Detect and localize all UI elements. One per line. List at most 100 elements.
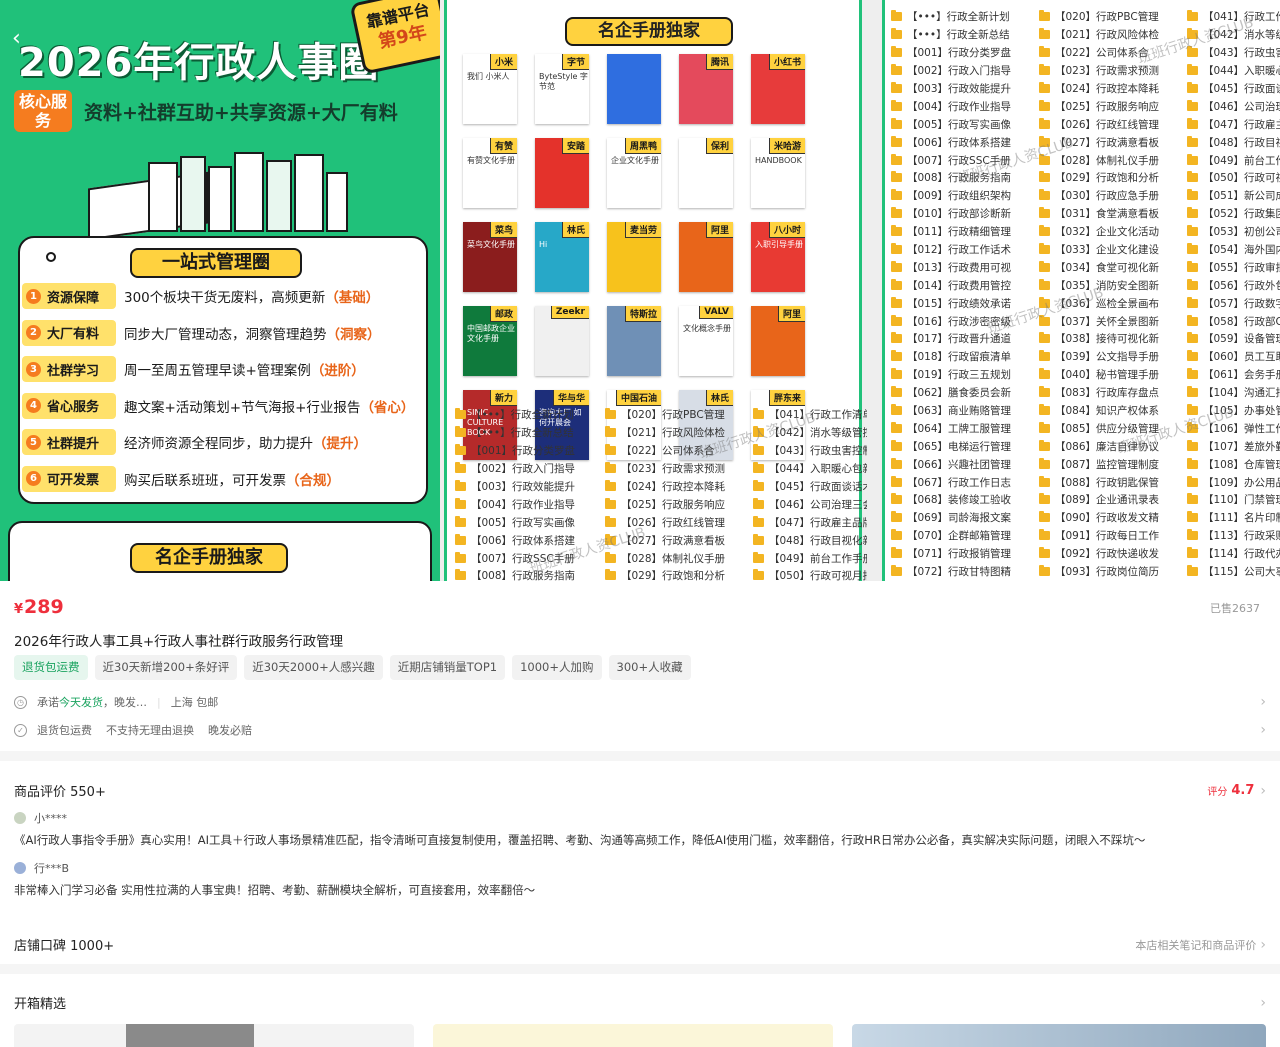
file-item[interactable]: 【044】入职暖心包新: [753, 460, 867, 478]
brochure-cover[interactable]: 安踏: [535, 138, 589, 208]
file-item[interactable]: 【068】装修竣工验收: [891, 491, 1039, 509]
file-item[interactable]: 【004】行政作业指导: [455, 495, 605, 513]
file-item[interactable]: 【027】行政满意看板: [1039, 133, 1187, 151]
file-item[interactable]: 【050】行政可视月报: [753, 567, 867, 581]
file-item[interactable]: 【•••】行政全新计划: [891, 8, 1039, 26]
file-item[interactable]: 【067】行政工作日志: [891, 473, 1039, 491]
file-item[interactable]: 【002】行政入门指导: [455, 460, 605, 478]
file-item[interactable]: 【022】公司体系合: [1039, 44, 1187, 62]
brochure-cover[interactable]: 米哈游 HANDBOOK: [751, 138, 805, 208]
file-item[interactable]: 【106】弹性工作制: [1187, 419, 1280, 437]
file-item[interactable]: 【041】行政工作清单: [753, 406, 867, 424]
file-item[interactable]: 【027】行政满意看板: [605, 531, 753, 549]
file-item[interactable]: 【054】海外国内差: [1187, 241, 1280, 259]
file-item[interactable]: 【042】消水等级管控: [753, 424, 867, 442]
file-item[interactable]: 【061】会务手册精: [1187, 366, 1280, 384]
file-item[interactable]: 【107】差旅外勤管: [1187, 437, 1280, 455]
file-item[interactable]: 【060】员工互助基: [1187, 348, 1280, 366]
file-item[interactable]: 【•••】行政全新计划: [455, 406, 605, 424]
file-item[interactable]: 【009】行政组织架构: [891, 187, 1039, 205]
file-item[interactable]: 【003】行政效能提升: [891, 80, 1039, 98]
file-item[interactable]: 【016】行政涉密密级: [891, 312, 1039, 330]
file-item[interactable]: 【093】行政岗位简历: [1039, 563, 1187, 581]
file-item[interactable]: 【029】行政饱和分析: [605, 567, 753, 581]
banner-image[interactable]: ‹ 2026年行政人事圈 靠谱平台 第9年 核心服务 资料+社群互助+共享资源+…: [0, 0, 440, 581]
catalog-image[interactable]: 【•••】行政全新计划 【020】行政PBC管理 【041】行政工作手【•••】行政…: [882, 0, 1280, 581]
file-item[interactable]: 【049】前台工作手册: [753, 549, 867, 567]
file-item[interactable]: 【115】公司大事记: [1187, 563, 1280, 581]
file-item[interactable]: 【024】行政控本降耗: [605, 478, 753, 496]
file-item[interactable]: 【007】行政SSC手册: [455, 549, 605, 567]
file-item[interactable]: 【019】行政三五规划: [891, 366, 1039, 384]
unbox-header[interactable]: 开箱精选 ›: [14, 993, 1266, 1013]
file-item[interactable]: 【018】行政留痕清单: [891, 348, 1039, 366]
file-item[interactable]: 【008】行政服务指南: [455, 567, 605, 581]
file-item[interactable]: 【032】企业文化活动: [1039, 223, 1187, 241]
file-item[interactable]: 【042】消水等级: [1187, 26, 1280, 44]
file-item[interactable]: 【108】仓库管理制: [1187, 455, 1280, 473]
file-item[interactable]: 【044】入职暖心包: [1187, 62, 1280, 80]
unbox-thumbnail[interactable]: [852, 1024, 1266, 1047]
product-tag[interactable]: 300+人收藏: [608, 655, 691, 680]
brochure-cover[interactable]: 周黑鸭 企业文化手册: [607, 138, 661, 208]
file-item[interactable]: 【020】行政PBC管理: [1039, 8, 1187, 26]
file-item[interactable]: 【062】膳食委员会新: [891, 384, 1039, 402]
file-item[interactable]: 【051】新公司成立: [1187, 187, 1280, 205]
file-item[interactable]: 【113】行政采购管: [1187, 527, 1280, 545]
file-item[interactable]: 【001】行政分类罗盘: [455, 442, 605, 460]
file-item[interactable]: 【040】秘书管理手册: [1039, 366, 1187, 384]
file-item[interactable]: 【046】公司治理三: [1187, 97, 1280, 115]
file-item[interactable]: 【058】行政部OKR: [1187, 312, 1280, 330]
file-item[interactable]: 【048】行政目视化: [1187, 133, 1280, 151]
product-image-gallery[interactable]: ‹ 2026年行政人事圈 靠谱平台 第9年 核心服务 资料+社群互助+共享资源+…: [0, 0, 1280, 581]
brochure-cover[interactable]: 林氏 Hi: [535, 222, 589, 292]
file-item[interactable]: 【034】食堂可视化新: [1039, 258, 1187, 276]
file-item[interactable]: 【070】企群邮箱管理: [891, 527, 1039, 545]
file-item[interactable]: 【004】行政作业指导: [891, 97, 1039, 115]
file-item[interactable]: 【025】行政服务响应: [1039, 97, 1187, 115]
product-tag[interactable]: 1000+人加购: [512, 655, 602, 680]
file-item[interactable]: 【092】行政快递收发: [1039, 545, 1187, 563]
file-item[interactable]: 【005】行政写实画像: [455, 513, 605, 531]
file-item[interactable]: 【028】体制礼仪手册: [605, 549, 753, 567]
file-item[interactable]: 【007】行政SSC手册: [891, 151, 1039, 169]
file-item[interactable]: 【047】行政雇主品: [1187, 115, 1280, 133]
file-item[interactable]: 【088】行政钥匙保管: [1039, 473, 1187, 491]
file-item[interactable]: 【043】行政虫害: [1187, 44, 1280, 62]
file-item[interactable]: 【111】名片印制管: [1187, 509, 1280, 527]
file-item[interactable]: 【052】行政集团管: [1187, 205, 1280, 223]
file-item[interactable]: 【105】办事处管理: [1187, 402, 1280, 420]
file-item[interactable]: 【006】行政体系搭建: [891, 133, 1039, 151]
file-item[interactable]: 【087】监控管理制度: [1039, 455, 1187, 473]
file-item[interactable]: 【045】行政面谈话: [1187, 80, 1280, 98]
file-item[interactable]: 【037】关怀全景图新: [1039, 312, 1187, 330]
file-item[interactable]: 【065】电梯运行管理: [891, 437, 1039, 455]
product-tag[interactable]: 近30天2000+人感兴趣: [244, 655, 383, 680]
brochure-cover[interactable]: 邮政 中国邮政企业文化手册: [463, 306, 517, 376]
file-item[interactable]: 【024】行政控本降耗: [1039, 80, 1187, 98]
brochure-image[interactable]: 名企手册独家 小米 我们 小米人 字节 ByteStyle 字节范 腾讯 小红书 有赞 有赞文…: [444, 0, 867, 581]
file-item[interactable]: 【•••】行政全新总结: [455, 424, 605, 442]
file-item[interactable]: 【026】行政红线管理: [605, 513, 753, 531]
file-item[interactable]: 【057】行政数字化: [1187, 294, 1280, 312]
file-item[interactable]: 【021】行政风险体检: [605, 424, 753, 442]
file-item[interactable]: 【031】食堂满意看板: [1039, 205, 1187, 223]
file-item[interactable]: 【050】行政可视月: [1187, 169, 1280, 187]
reviews-header[interactable]: 商品评价 550+ 评分 4.7 ›: [14, 781, 1266, 801]
file-item[interactable]: 【110】门禁管理手: [1187, 491, 1280, 509]
brochure-cover[interactable]: 阿里: [679, 222, 733, 292]
guarantee-row[interactable]: ✓ 退货包运费 不支持无理由退换 晚发必赔 ›: [14, 722, 1266, 738]
brochure-cover[interactable]: 麦当劳: [607, 222, 661, 292]
chevron-right-icon[interactable]: ›: [1260, 694, 1266, 710]
file-item[interactable]: 【089】企业通讯录表: [1039, 491, 1187, 509]
file-item[interactable]: 【114】行政代办事: [1187, 545, 1280, 563]
file-item[interactable]: 【072】行政甘特图精: [891, 563, 1039, 581]
file-item[interactable]: 【033】企业文化建设: [1039, 241, 1187, 259]
chevron-right-icon[interactable]: ›: [1260, 722, 1266, 738]
file-item[interactable]: 【030】行政应急手册: [1039, 187, 1187, 205]
shipping-row[interactable]: ◷ 承诺 今天发货 ，晚发… | 上海 包邮 ›: [14, 694, 1266, 710]
file-item[interactable]: 【029】行政饱和分析: [1039, 169, 1187, 187]
file-item[interactable]: 【055】行政审批流: [1187, 258, 1280, 276]
file-item[interactable]: 【017】行政晋升通道: [891, 330, 1039, 348]
file-item[interactable]: 【005】行政写实画像: [891, 115, 1039, 133]
